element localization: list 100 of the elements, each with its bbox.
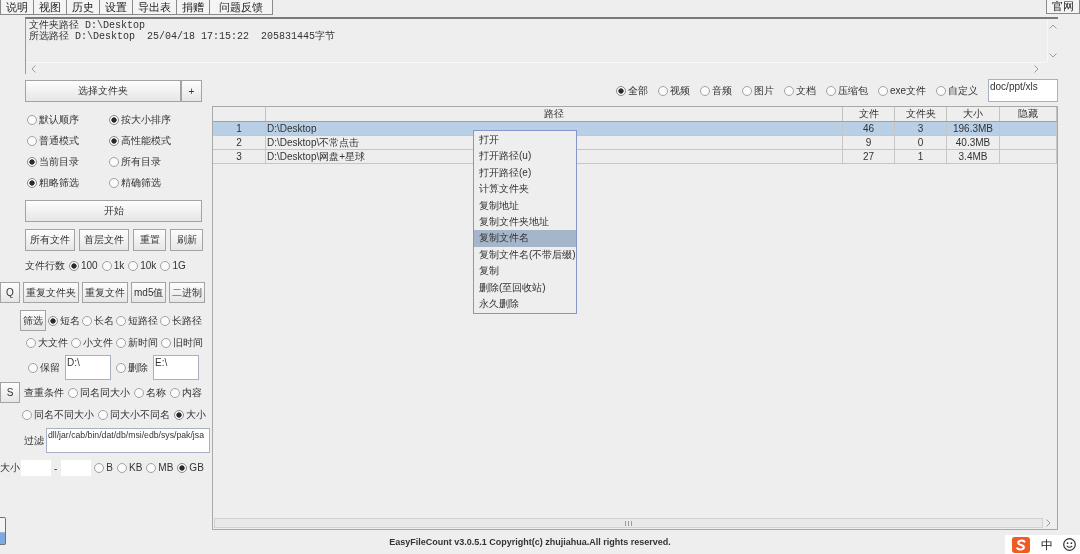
action-button[interactable]: 所有文件 xyxy=(25,229,75,251)
order-radio[interactable]: 新时间 xyxy=(116,337,158,349)
menu-tab[interactable]: 历史 xyxy=(67,0,100,15)
path-rule-radio[interactable]: 删除 xyxy=(116,361,148,374)
option-radio[interactable]: 粗略筛选 xyxy=(27,176,109,189)
file-type-radio[interactable]: 自定义 xyxy=(936,84,978,97)
action-button[interactable]: 首层文件 xyxy=(79,229,129,251)
option-radio[interactable]: 精确筛选 xyxy=(109,176,209,189)
q-button[interactable]: Q xyxy=(0,282,20,303)
start-button[interactable]: 开始 xyxy=(25,200,202,222)
size-unit-radio[interactable]: B xyxy=(94,462,113,474)
table-row[interactable]: 1 D:\Desktop 46 3 196.3MB xyxy=(213,122,1057,136)
file-type-radio[interactable]: 压缩包 xyxy=(825,84,868,97)
menu-item[interactable]: 复制文件名(不带后缀) xyxy=(474,246,576,264)
file-type-radio[interactable]: 视频 xyxy=(657,84,690,97)
file-type-radio[interactable]: 文档 xyxy=(783,84,816,97)
menu-item[interactable]: 复制地址 xyxy=(474,197,576,214)
criteria-radio[interactable]: 同大小不同名 xyxy=(98,409,170,421)
menu-item[interactable]: 复制文件名 xyxy=(474,230,576,247)
menu-item[interactable]: 计算文件夹 xyxy=(474,181,576,198)
input-mode-indicator[interactable]: 中 xyxy=(1040,537,1053,552)
row-limit-label: 文件行数 xyxy=(25,259,65,273)
criteria-radio[interactable]: 同名不同大小 xyxy=(22,409,94,421)
size-label: 大小 xyxy=(0,461,20,475)
name-filter-radio[interactable]: 长名 xyxy=(82,314,114,327)
size-unit-radio[interactable]: MB xyxy=(146,462,174,474)
criteria-radio[interactable]: 名称 xyxy=(134,386,166,399)
action-button[interactable]: 重置 xyxy=(133,229,166,251)
order-radio[interactable]: 旧时间 xyxy=(161,337,203,349)
file-type-radio[interactable]: 全部 xyxy=(615,84,648,97)
duplicate-tool-button[interactable]: 重复文件 xyxy=(82,282,128,303)
scrollbar-thumb[interactable] xyxy=(214,518,1043,528)
menu-item[interactable]: 复制 xyxy=(474,263,576,280)
scroll-up-icon xyxy=(1049,24,1057,29)
column-header[interactable]: 大小 xyxy=(947,107,1000,121)
menu-tab[interactable]: 捐赠 xyxy=(177,0,210,15)
menu-tab[interactable]: 视图 xyxy=(34,0,67,15)
option-radio[interactable]: 高性能模式 xyxy=(109,134,209,147)
path-field[interactable]: D:\ xyxy=(65,355,111,380)
s-button[interactable]: S xyxy=(0,382,20,403)
criteria-radio[interactable]: 内容 xyxy=(170,386,202,399)
option-radio[interactable]: 当前目录 xyxy=(27,155,109,168)
duplicate-tool-button[interactable]: md5值 xyxy=(131,282,167,303)
custom-extension-field[interactable]: doc/ppt/xls xyxy=(988,79,1058,102)
range-separator: - xyxy=(54,462,58,474)
extension-filter-field[interactable]: dll/jar/cab/bin/dat/db/msi/edb/sys/pak/jsa xyxy=(46,428,210,453)
duplicate-tool-button[interactable]: 二进制 xyxy=(169,282,206,303)
add-button[interactable]: + xyxy=(181,80,202,102)
path-rule-radio[interactable]: 保留 xyxy=(28,361,60,374)
menu-item[interactable]: 永久删除 xyxy=(474,295,576,313)
select-folder-button[interactable]: 选择文件夹 xyxy=(25,80,181,102)
row-number: 3 xyxy=(236,151,242,162)
size-unit-radio[interactable]: KB xyxy=(117,462,143,474)
file-type-radio[interactable]: 音频 xyxy=(699,84,732,97)
option-radio[interactable]: 所有目录 xyxy=(109,155,209,168)
action-button[interactable]: 刷新 xyxy=(170,229,203,251)
row-limit-radio[interactable]: 1G xyxy=(160,260,186,272)
size-unit-radio[interactable]: GB xyxy=(177,462,204,474)
table-cell: 1 xyxy=(917,151,924,162)
name-filter-radio[interactable]: 长路径 xyxy=(160,314,202,327)
column-header[interactable]: 路径 xyxy=(266,107,843,121)
column-header[interactable]: 文件 xyxy=(843,107,895,121)
filter-label: 过滤 xyxy=(24,433,44,448)
criteria-radio[interactable]: 同名同大小 xyxy=(68,386,130,399)
file-type-radio[interactable]: exe文件 xyxy=(877,84,926,97)
table-cell: 27 xyxy=(862,151,875,162)
order-radio[interactable]: 小文件 xyxy=(71,337,113,349)
menu-item[interactable]: 复制文件夹地址 xyxy=(474,213,576,231)
row-limit-radio[interactable]: 10k xyxy=(128,260,157,272)
file-type-radio[interactable]: 图片 xyxy=(741,84,774,97)
duplicate-tool-button[interactable]: 重复文件夹 xyxy=(23,282,79,303)
menu-tab[interactable]: 导出表 xyxy=(133,0,177,15)
name-filter-radio[interactable]: 短路径 xyxy=(116,314,158,327)
scroll-right-icon xyxy=(1034,64,1039,73)
option-radio[interactable]: 默认顺序 xyxy=(27,113,109,126)
smiley-icon xyxy=(1063,538,1076,551)
name-filter-radio[interactable]: 短名 xyxy=(48,314,80,327)
path-field[interactable]: E:\ xyxy=(153,355,199,380)
row-limit-radio[interactable]: 100 xyxy=(69,260,98,272)
table-cell: D:\Desktop\网盘+星球 xyxy=(267,151,366,162)
option-radio[interactable]: 普通模式 xyxy=(27,134,109,147)
option-radio[interactable]: 按大小排序 xyxy=(109,113,209,126)
scroll-left-icon xyxy=(31,64,36,73)
website-button[interactable]: 官网 xyxy=(1046,0,1080,14)
menu-item[interactable]: 打开路径(u) xyxy=(474,148,576,165)
menu-item[interactable]: 打开路径(e) xyxy=(474,164,576,182)
side-handle xyxy=(0,517,6,545)
column-header[interactable]: 文件夹 xyxy=(895,107,947,121)
filter-button[interactable]: 筛选 xyxy=(20,310,46,331)
horizontal-scrollbar[interactable] xyxy=(26,62,1047,74)
menu-tab[interactable]: 设置 xyxy=(100,0,133,15)
order-radio[interactable]: 大文件 xyxy=(26,337,68,349)
menu-tab[interactable]: 问题反馈 xyxy=(210,0,273,15)
column-header[interactable]: 隐藏 xyxy=(1000,107,1057,121)
criteria-radio[interactable]: 大小 xyxy=(174,409,206,421)
criteria-label: 查重条件 xyxy=(24,385,64,400)
vertical-scrollbar[interactable] xyxy=(1047,19,1058,62)
row-limit-radio[interactable]: 1k xyxy=(101,260,125,272)
menu-tab[interactable]: 说明 xyxy=(0,0,34,15)
menu-item[interactable]: 删除(至回收站) xyxy=(474,279,576,296)
